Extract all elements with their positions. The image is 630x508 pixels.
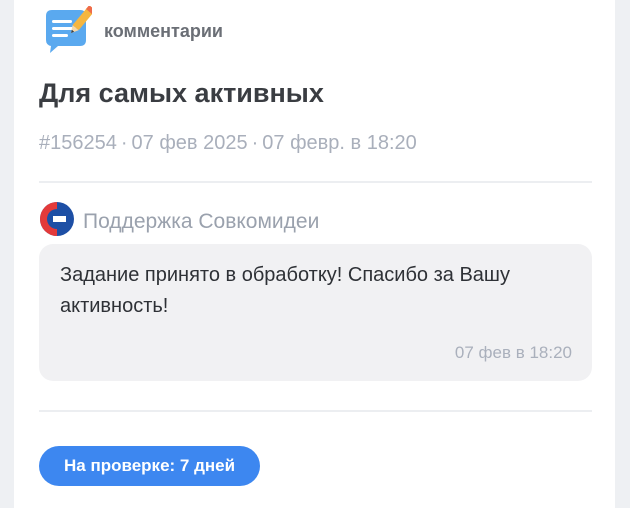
- meta-separator: ·: [251, 132, 259, 154]
- author-name: Поддержка Совкомидеи: [83, 209, 320, 233]
- sovcombank-logo-icon: [39, 201, 75, 242]
- task-datetime: 07 февр. в 18:20: [262, 132, 417, 154]
- task-date: 07 фев 2025: [131, 132, 248, 154]
- comments-notepad-icon: [40, 5, 96, 56]
- task-id: #156254: [39, 132, 117, 154]
- status-badge[interactable]: На проверке: 7 дней: [39, 446, 261, 486]
- meta-separator: ·: [120, 132, 128, 154]
- comment-bubble: Задание принято в обработку! Спасибо за …: [39, 244, 592, 381]
- category-label: комментарии: [104, 20, 223, 41]
- comment-text: Задание принято в обработку! Спасибо за …: [60, 264, 510, 317]
- divider: [39, 181, 592, 183]
- task-meta: #156254 · 07 фев 2025 · 07 февр. в 18:20: [39, 132, 417, 155]
- divider: [39, 410, 592, 412]
- task-card: комментарии Для самых активных #156254 · 0…: [14, 0, 615, 508]
- task-title: Для самых активных: [39, 78, 324, 108]
- comment-author: Поддержка Совкомидеи: [39, 201, 319, 242]
- comment-time: 07 фев в 18:20: [454, 343, 572, 362]
- category-header: комментарии: [40, 5, 223, 56]
